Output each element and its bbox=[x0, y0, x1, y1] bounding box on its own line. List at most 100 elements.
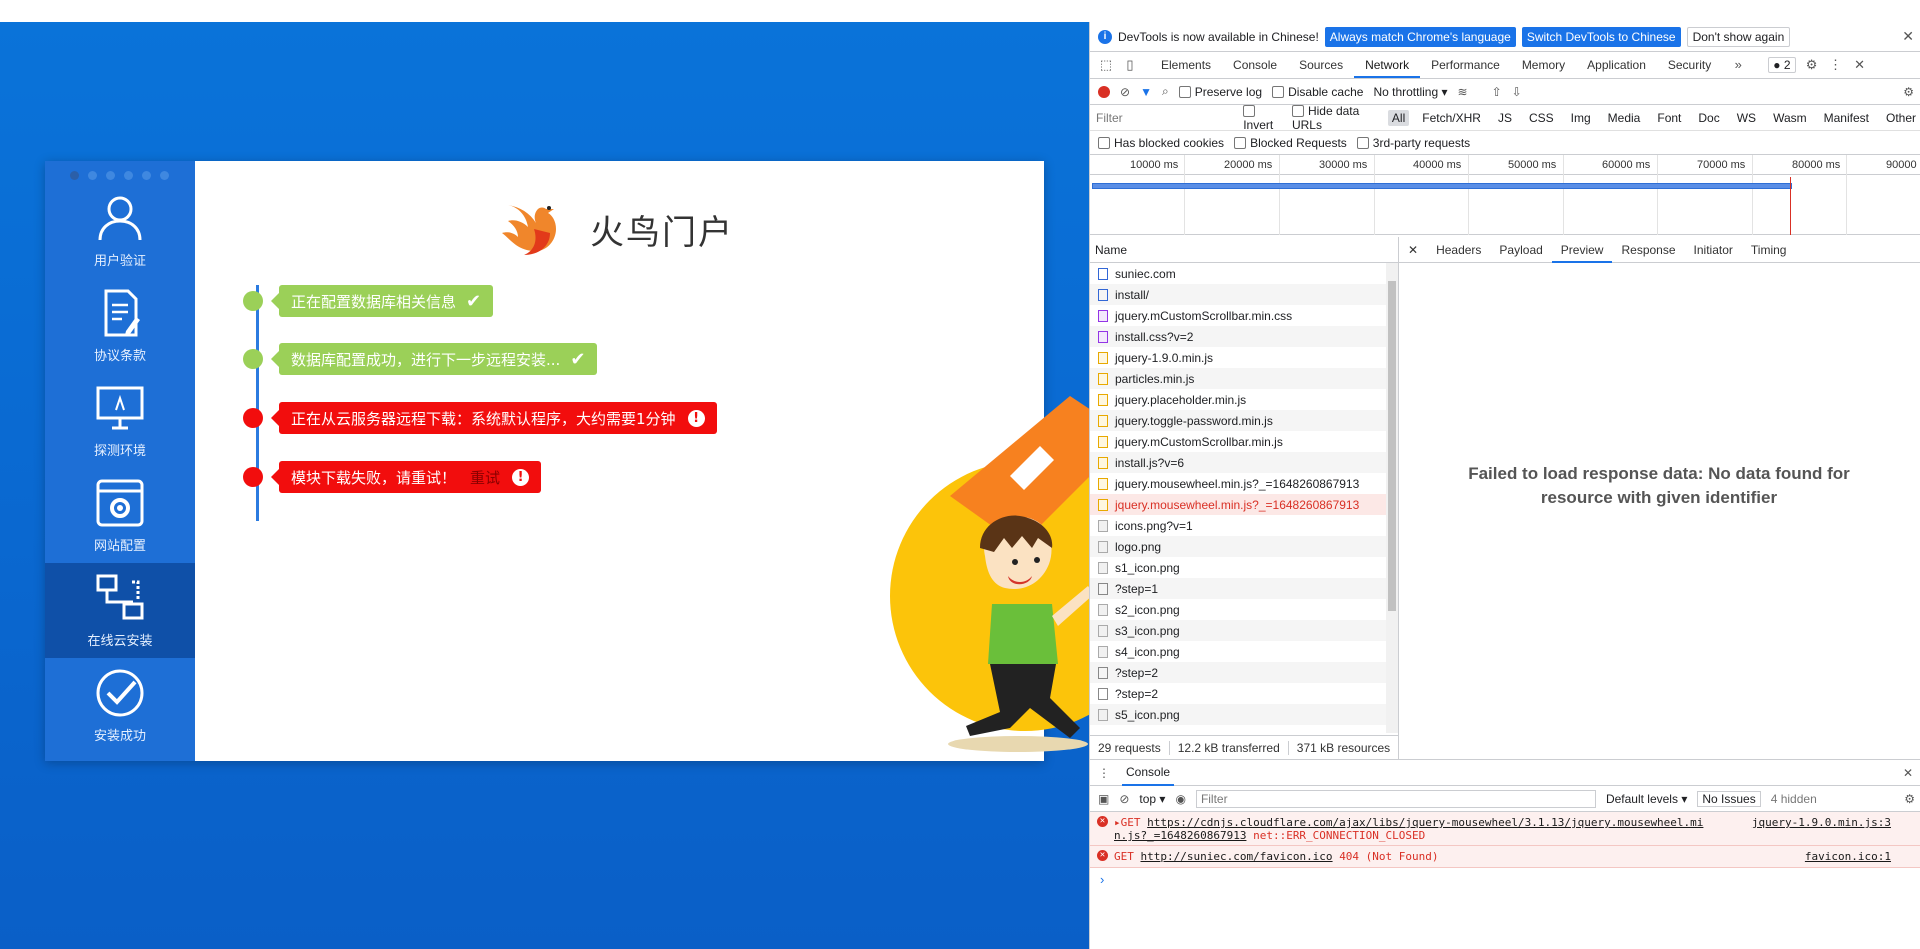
log-levels-select[interactable]: Default levels ▾ bbox=[1606, 792, 1687, 806]
request-row[interactable]: install.js?v=6 bbox=[1090, 452, 1387, 473]
retry-link[interactable]: 重试 bbox=[470, 467, 500, 488]
sidebar-item-user-verify[interactable]: 用户验证 bbox=[45, 183, 195, 278]
hide-data-urls-checkbox[interactable]: Hide data URLs bbox=[1291, 104, 1379, 132]
tab-payload[interactable]: Payload bbox=[1490, 237, 1551, 263]
request-row[interactable]: icons.png?v=1 bbox=[1090, 515, 1387, 536]
type-filter-doc[interactable]: Doc bbox=[1694, 110, 1723, 126]
tab-preview[interactable]: Preview bbox=[1551, 237, 1613, 263]
tab-initiator[interactable]: Initiator bbox=[1685, 237, 1742, 263]
request-row[interactable]: ?step=2 bbox=[1090, 662, 1387, 683]
request-row[interactable]: particles.min.js bbox=[1090, 368, 1387, 389]
sidebar-item-environment[interactable]: 探测环境 bbox=[45, 373, 195, 468]
network-overview[interactable]: 10000 ms 20000 ms 30000 ms 40000 ms 5000… bbox=[1090, 155, 1920, 235]
error-source-link[interactable]: favicon.ico:1 bbox=[1805, 850, 1891, 863]
tab-elements[interactable]: Elements bbox=[1150, 52, 1222, 78]
request-row[interactable]: install/ bbox=[1090, 284, 1387, 305]
network-settings-icon[interactable]: ⚙ bbox=[1903, 85, 1914, 99]
type-filter-wasm[interactable]: Wasm bbox=[1769, 110, 1811, 126]
close-icon[interactable]: ✕ bbox=[1902, 28, 1914, 45]
issues-badge[interactable]: ● 2 bbox=[1768, 57, 1796, 73]
console-settings-icon[interactable]: ⚙ bbox=[1904, 792, 1915, 806]
sidebar-item-site-config[interactable]: 网站配置 bbox=[45, 468, 195, 563]
blocked-requests-checkbox[interactable]: Blocked Requests bbox=[1234, 136, 1347, 150]
filter-input[interactable]: Filter bbox=[1096, 111, 1234, 125]
type-filter-all[interactable]: All bbox=[1387, 109, 1410, 126]
request-row[interactable]: s5_icon.png bbox=[1090, 704, 1387, 725]
sidebar-item-agreement[interactable]: 协议条款 bbox=[45, 278, 195, 373]
request-list-scrollbar[interactable] bbox=[1386, 263, 1398, 733]
tab-console[interactable]: Console bbox=[1222, 52, 1288, 78]
request-row[interactable]: jquery.placeholder.min.js bbox=[1090, 389, 1387, 410]
dont-show-again-button[interactable]: Don't show again bbox=[1686, 26, 1791, 47]
request-row[interactable]: jquery.mousewheel.min.js?_=1648260867913 bbox=[1090, 494, 1387, 515]
tab-application[interactable]: Application bbox=[1576, 52, 1657, 78]
third-party-checkbox[interactable]: 3rd-party requests bbox=[1356, 136, 1470, 150]
inspect-element-icon[interactable]: ⬚ bbox=[1098, 57, 1114, 73]
request-row[interactable]: ?step=1 bbox=[1090, 578, 1387, 599]
type-filter-img[interactable]: Img bbox=[1567, 110, 1595, 126]
tab-response[interactable]: Response bbox=[1612, 237, 1684, 263]
request-row[interactable]: s4_icon.png bbox=[1090, 641, 1387, 662]
tab-timing[interactable]: Timing bbox=[1742, 237, 1796, 263]
close-drawer-icon[interactable]: ✕ bbox=[1903, 766, 1913, 780]
request-row[interactable]: suniec.com bbox=[1090, 263, 1387, 284]
column-header-name[interactable]: Name bbox=[1090, 237, 1398, 263]
device-toolbar-icon[interactable]: ▯ bbox=[1122, 57, 1138, 73]
context-select[interactable]: top ▾ bbox=[1139, 792, 1165, 806]
console-filter-input[interactable]: Filter bbox=[1195, 789, 1596, 808]
request-row[interactable]: jquery-1.9.0.min.js bbox=[1090, 347, 1387, 368]
request-row[interactable]: logo.png bbox=[1090, 536, 1387, 557]
console-prompt[interactable]: › bbox=[1090, 868, 1920, 891]
type-filter-font[interactable]: Font bbox=[1653, 110, 1685, 126]
type-filter-fetch[interactable]: Fetch/XHR bbox=[1418, 110, 1485, 126]
request-row[interactable]: s2_icon.png bbox=[1090, 599, 1387, 620]
sidebar-item-cloud-install[interactable]: 在线云安装 bbox=[45, 563, 195, 658]
filter-icon[interactable]: ▼ bbox=[1140, 85, 1152, 99]
search-icon[interactable]: ⌕ bbox=[1162, 84, 1169, 99]
type-filter-media[interactable]: Media bbox=[1604, 110, 1645, 126]
tab-network[interactable]: Network bbox=[1354, 52, 1421, 78]
network-conditions-icon[interactable]: ≋ bbox=[1458, 85, 1468, 99]
issues-button[interactable]: No Issues bbox=[1697, 790, 1761, 807]
export-har-icon[interactable]: ⇩ bbox=[1512, 85, 1522, 99]
request-row[interactable]: jquery.mousewheel.min.js?_=1648260867913 bbox=[1090, 473, 1387, 494]
sidebar-toggle-icon[interactable]: ▣ bbox=[1098, 792, 1109, 806]
more-tabs-icon[interactable]: » bbox=[1730, 57, 1746, 73]
record-icon[interactable] bbox=[1098, 85, 1110, 98]
kebab-menu-icon[interactable]: ⋮ bbox=[1828, 57, 1844, 73]
request-row[interactable]: ?step=2 bbox=[1090, 683, 1387, 704]
tab-sources[interactable]: Sources bbox=[1288, 52, 1354, 78]
request-row[interactable]: jquery.mCustomScrollbar.min.js bbox=[1090, 431, 1387, 452]
tab-performance[interactable]: Performance bbox=[1420, 52, 1511, 78]
type-filter-ws[interactable]: WS bbox=[1733, 110, 1760, 126]
type-filter-css[interactable]: CSS bbox=[1525, 110, 1558, 126]
tab-console-drawer[interactable]: Console bbox=[1122, 760, 1175, 786]
close-devtools-icon[interactable]: ✕ bbox=[1852, 57, 1868, 73]
clear-icon[interactable]: ⊘ bbox=[1120, 85, 1130, 99]
clear-console-icon[interactable]: ⊘ bbox=[1119, 792, 1129, 806]
error-source-link[interactable]: jquery-1.9.0.min.js:3 bbox=[1752, 816, 1891, 829]
settings-gear-icon[interactable]: ⚙ bbox=[1804, 57, 1820, 73]
tab-memory[interactable]: Memory bbox=[1511, 52, 1576, 78]
live-expression-icon[interactable]: ◉ bbox=[1175, 792, 1185, 806]
close-detail-icon[interactable]: ✕ bbox=[1399, 237, 1427, 263]
request-row[interactable]: install.css?v=2 bbox=[1090, 326, 1387, 347]
type-filter-manifest[interactable]: Manifest bbox=[1820, 110, 1873, 126]
blocked-cookies-checkbox[interactable]: Has blocked cookies bbox=[1098, 136, 1224, 150]
always-match-language-button[interactable]: Always match Chrome's language bbox=[1324, 26, 1516, 47]
preserve-log-checkbox[interactable]: Preserve log bbox=[1178, 85, 1262, 99]
drawer-menu-icon[interactable]: ⋮ bbox=[1098, 766, 1110, 780]
request-row[interactable]: s1_icon.png bbox=[1090, 557, 1387, 578]
type-filter-other[interactable]: Other bbox=[1882, 110, 1920, 126]
throttling-select[interactable]: No throttling ▾ bbox=[1373, 85, 1447, 99]
request-row[interactable]: s3_icon.png bbox=[1090, 620, 1387, 641]
request-row[interactable]: jquery.mCustomScrollbar.min.css bbox=[1090, 305, 1387, 326]
type-filter-js[interactable]: JS bbox=[1494, 110, 1516, 126]
import-har-icon[interactable]: ⇧ bbox=[1492, 85, 1502, 99]
tab-security[interactable]: Security bbox=[1657, 52, 1722, 78]
tab-headers[interactable]: Headers bbox=[1427, 237, 1490, 263]
switch-to-chinese-button[interactable]: Switch DevTools to Chinese bbox=[1521, 26, 1681, 47]
disable-cache-checkbox[interactable]: Disable cache bbox=[1272, 85, 1363, 99]
sidebar-item-success[interactable]: 安装成功 bbox=[45, 658, 195, 753]
request-row[interactable]: jquery.toggle-password.min.js bbox=[1090, 410, 1387, 431]
